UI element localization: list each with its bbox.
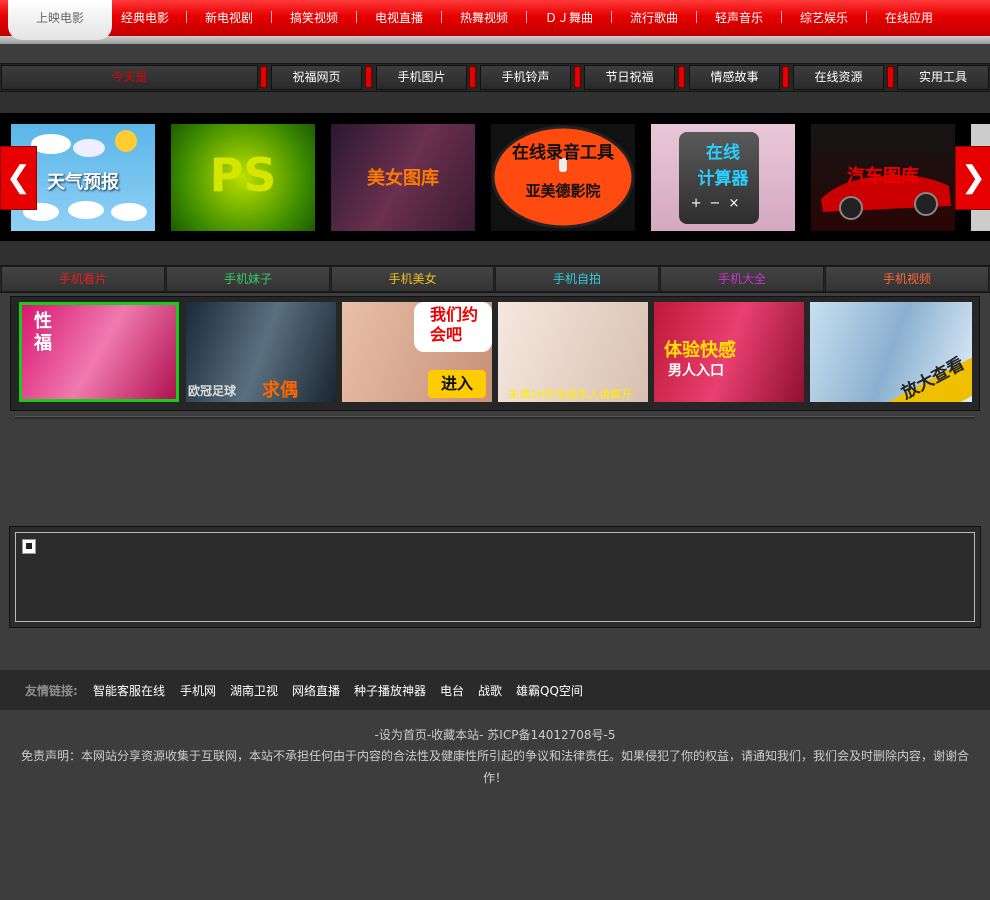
spacer-band [0,92,990,113]
nav-separator [866,11,867,23]
tab-holiday-wishes[interactable]: 节日祝福 [584,65,675,90]
gallery-thumb[interactable]: 放大查看 [810,302,972,402]
carousel-item-recorder[interactable]: 在线录音工具 亚美德影院 [491,124,635,231]
tab-marker [365,66,372,88]
thumb-sublabel: 进入 [428,370,486,398]
tab-marker [260,66,267,88]
thumb-label: 性福 [34,311,52,354]
carousel-item-calculator[interactable]: 在线 计算器 +−× [651,124,795,231]
category-tab[interactable]: 手机自拍 [495,266,659,292]
spacer-band [0,241,990,265]
tab-online-resources[interactable]: 在线资源 [793,65,884,90]
tab-tools[interactable]: 实用工具 [897,65,989,90]
gallery-thumb[interactable]: 欧冠足球 求偶 [186,302,336,402]
nav-item-funny-videos[interactable]: 搞笑视频 [281,10,347,26]
friend-link[interactable]: 网络直播 [292,682,340,699]
carousel-label: 在线 [706,143,740,163]
nav-item-variety[interactable]: 综艺娱乐 [791,10,857,26]
nav-item-pop-songs[interactable]: 流行歌曲 [621,10,687,26]
nav-separator [696,11,697,23]
carousel-sublabel: 计算器 [697,169,749,189]
nav-separator [781,11,782,23]
nav-separator [271,11,272,23]
nav-item-dance-videos[interactable]: 热舞视频 [451,10,517,26]
thumb-label: 我们约会吧 [430,305,479,344]
category-tab[interactable]: 手机大全 [660,266,824,292]
top-nav-underline [0,36,990,44]
thumb-label: 欧冠足球 [188,384,237,398]
nav-separator [526,11,527,23]
tab-love-stories[interactable]: 情感故事 [689,65,780,90]
thumb-sublabel: 求偶 [262,380,298,401]
gallery-thumb[interactable]: 未满16岁未成年人请离开 [498,302,648,402]
carousel-item-car-gallery[interactable]: 汽车图库 [811,124,955,231]
footer-links: -设为首页-收藏本站- 苏ICP备14012708号-5 [374,728,616,742]
section-divider [15,416,975,419]
category-tab[interactable]: 手机视频 [825,266,989,292]
thumb-label: 体验快感 [664,340,736,361]
friend-link[interactable]: 智能客服在线 [93,682,165,699]
broken-image-icon [22,539,36,554]
nav-item-now-showing[interactable]: 上映电影 [22,10,98,26]
carousel-prev-button[interactable]: ❮ [0,146,37,210]
calc-keys-icon: +−× [690,196,748,211]
nav-item-dj-music[interactable]: ＤＪ舞曲 [536,10,602,26]
tab-marker [678,66,685,88]
friend-link[interactable]: 战歌 [478,682,502,699]
category-tab[interactable]: 手机妹子 [166,266,330,292]
nav-separator [186,11,187,23]
tab-marker [469,66,476,88]
category-tab[interactable]: 手机美女 [331,266,494,292]
nav-separator [441,11,442,23]
nav-item-new-tv[interactable]: 新电视剧 [196,10,262,26]
nav-item-classic-movies[interactable]: 经典电影 [112,10,178,26]
gallery-thumb[interactable]: 我们约会吧 进入 [342,302,492,402]
today-label: 今天是 [1,65,258,90]
nav-item-soft-music[interactable]: 轻声音乐 [706,10,772,26]
nav-item-online-apps[interactable]: 在线应用 [876,10,942,26]
carousel-next-button[interactable]: ❯ [955,146,990,210]
thumb-sublabel: 男人入口 [668,363,724,379]
carousel-item-beauty-gallery[interactable]: 美女图库 [331,124,475,231]
friend-link[interactable]: 手机网 [180,682,216,699]
tab-marker [574,66,581,88]
carousel-label: PS [209,148,277,202]
carousel-label: 在线录音工具 [512,143,614,163]
thumb-label: 未满16岁未成年人请离开 [508,388,632,401]
nav-separator [356,11,357,23]
carousel-label: 美女图库 [367,168,439,189]
tab-marker [887,66,894,88]
footer-disclaimer: 免责声明：本网站分享资源收集于互联网，本站不承担任何由于内容的合法性及健康性所引… [20,749,969,785]
nav-separator [611,11,612,23]
carousel-sublabel: 亚美德影院 [525,182,601,200]
friend-links-label: 友情链接: [25,684,78,698]
tab-marker [782,66,789,88]
friend-link[interactable]: 雄霸QQ空间 [516,682,583,699]
gallery-thumb[interactable]: 体验快感 男人入口 [654,302,804,402]
gallery-thumb[interactable]: 性福 [19,302,179,402]
tab-blessing-pages[interactable]: 祝福网页 [271,65,362,90]
friend-link[interactable]: 种子播放神器 [354,682,426,699]
friend-link[interactable]: 电台 [440,682,464,699]
friend-link[interactable]: 湖南卫视 [230,682,278,699]
ad-frame [15,532,975,622]
tab-phone-pictures[interactable]: 手机图片 [376,65,467,90]
tab-ringtones[interactable]: 手机铃声 [480,65,571,90]
nav-item-tv-live[interactable]: 电视直播 [366,10,432,26]
category-tab[interactable]: 手机看片 [1,266,165,292]
carousel-item-ps[interactable]: PS [171,124,315,231]
carousel-label: 汽车图库 [847,166,919,187]
